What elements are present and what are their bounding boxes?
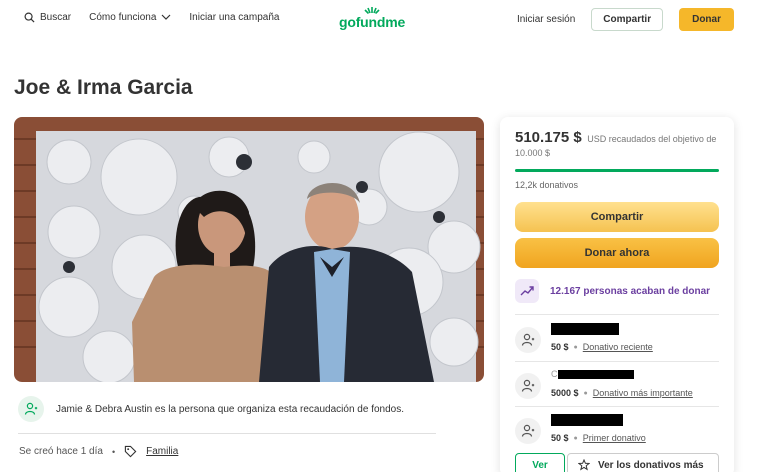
donor-list-divider [515,406,719,407]
donor-list-divider [515,361,719,362]
raised-summary: 510.175 $ USD recaudados del objetivo de… [515,129,720,160]
how-it-works-label: Cómo funciona [89,12,157,23]
recent-donations-row: 12.167 personas acaban de donar [515,279,710,303]
category-link[interactable]: Familia [146,446,178,457]
logo-sprout-icon [364,7,380,14]
gofundme-logo[interactable]: gofundme [339,6,405,30]
donor-avatar [515,327,541,353]
donations-count: 12,2k donativos [515,180,579,190]
search-label: Buscar [40,12,72,23]
see-donations-button[interactable]: Ver [515,453,565,472]
logo-text: gofundme [339,14,406,30]
star-icon [578,459,590,471]
trending-up-icon [520,286,534,296]
organizer-avatar [18,396,44,422]
donor-item: 50 $ ● Donativo reciente [515,319,719,359]
donor-avatar [515,373,541,399]
donor-amount: 50 $ [551,433,569,443]
donor-detail: 5000 $ ● Donativo más importante [551,388,693,398]
progress-fill [515,169,719,172]
person-heart-icon [521,424,535,437]
trending-box [515,279,539,303]
donor-list-divider [515,314,719,315]
share-button[interactable]: Compartir [515,202,719,232]
nav-left-group: Buscar Cómo funciona Iniciar una campaña [24,12,279,23]
chevron-down-icon [161,14,171,20]
donate-button-header[interactable]: Donar [679,8,734,31]
donor-name-redaction-bar [557,370,634,380]
donor-amount: 5000 $ [551,388,579,398]
how-it-works-menu[interactable]: Cómo funciona [89,12,171,23]
progress-bar [515,169,719,172]
campaign-meta: Se creó hace 1 día • Familia [19,445,178,458]
organizer-text: Jamie & Debra Austin es la persona que o… [56,403,404,415]
top-navigation: Buscar Cómo funciona Iniciar una campaña… [0,0,768,38]
start-campaign-label: Iniciar una campaña [189,12,280,23]
donor-dot-separator: ● [573,434,578,442]
raised-amount: 510.175 $ [515,129,582,146]
donor-detail: 50 $ ● Primer donativo [551,433,646,443]
donor-item: 50 $ ● Primer donativo [515,410,719,450]
donation-sidebar-card: 510.175 $ USD recaudados del objetivo de… [500,117,734,472]
content-divider [18,433,436,434]
recent-donations-text: 12.167 personas acaban de donar [550,285,711,297]
donor-type-link[interactable]: Primer donativo [583,433,646,443]
organizer-row: Jamie & Debra Austin es la persona que o… [18,396,404,422]
person-heart-icon [521,379,535,392]
donor-name-redacted: C [551,369,634,381]
search-icon [24,12,35,23]
campaign-photo [14,117,484,382]
donate-now-button[interactable]: Donar ahora [515,238,719,268]
created-text: Se creó hace 1 día [19,446,103,457]
signin-link[interactable]: Iniciar sesión [517,14,575,25]
donor-amount: 50 $ [551,342,569,352]
start-campaign-link[interactable]: Iniciar una campaña [189,12,279,23]
see-top-donations-button[interactable]: Ver los donativos más [567,453,719,472]
donor-name-redacted [551,414,623,426]
person-heart-icon [521,333,535,346]
see-top-donations-label: Ver los donativos más [598,459,704,471]
donor-type-link[interactable]: Donativo reciente [583,342,653,352]
meta-dot-separator: • [111,446,116,457]
person-heart-icon [24,402,38,415]
share-button-header[interactable]: Compartir [591,8,664,31]
campaign-photo-image [14,117,484,382]
search-link[interactable]: Buscar [24,12,71,23]
campaign-title: Joe & Irma Garcia [14,76,193,99]
donor-type-link[interactable]: Donativo más importante [593,388,693,398]
donor-dot-separator: ● [573,343,578,351]
donor-item: C 5000 $ ● Donativo más importante [515,365,719,405]
nav-right-group: Iniciar sesión Compartir Donar [517,8,734,31]
tag-icon [124,445,137,458]
donor-name-redacted [551,323,619,335]
donor-avatar [515,418,541,444]
donor-dot-separator: ● [583,389,588,397]
donor-detail: 50 $ ● Donativo reciente [551,342,653,352]
